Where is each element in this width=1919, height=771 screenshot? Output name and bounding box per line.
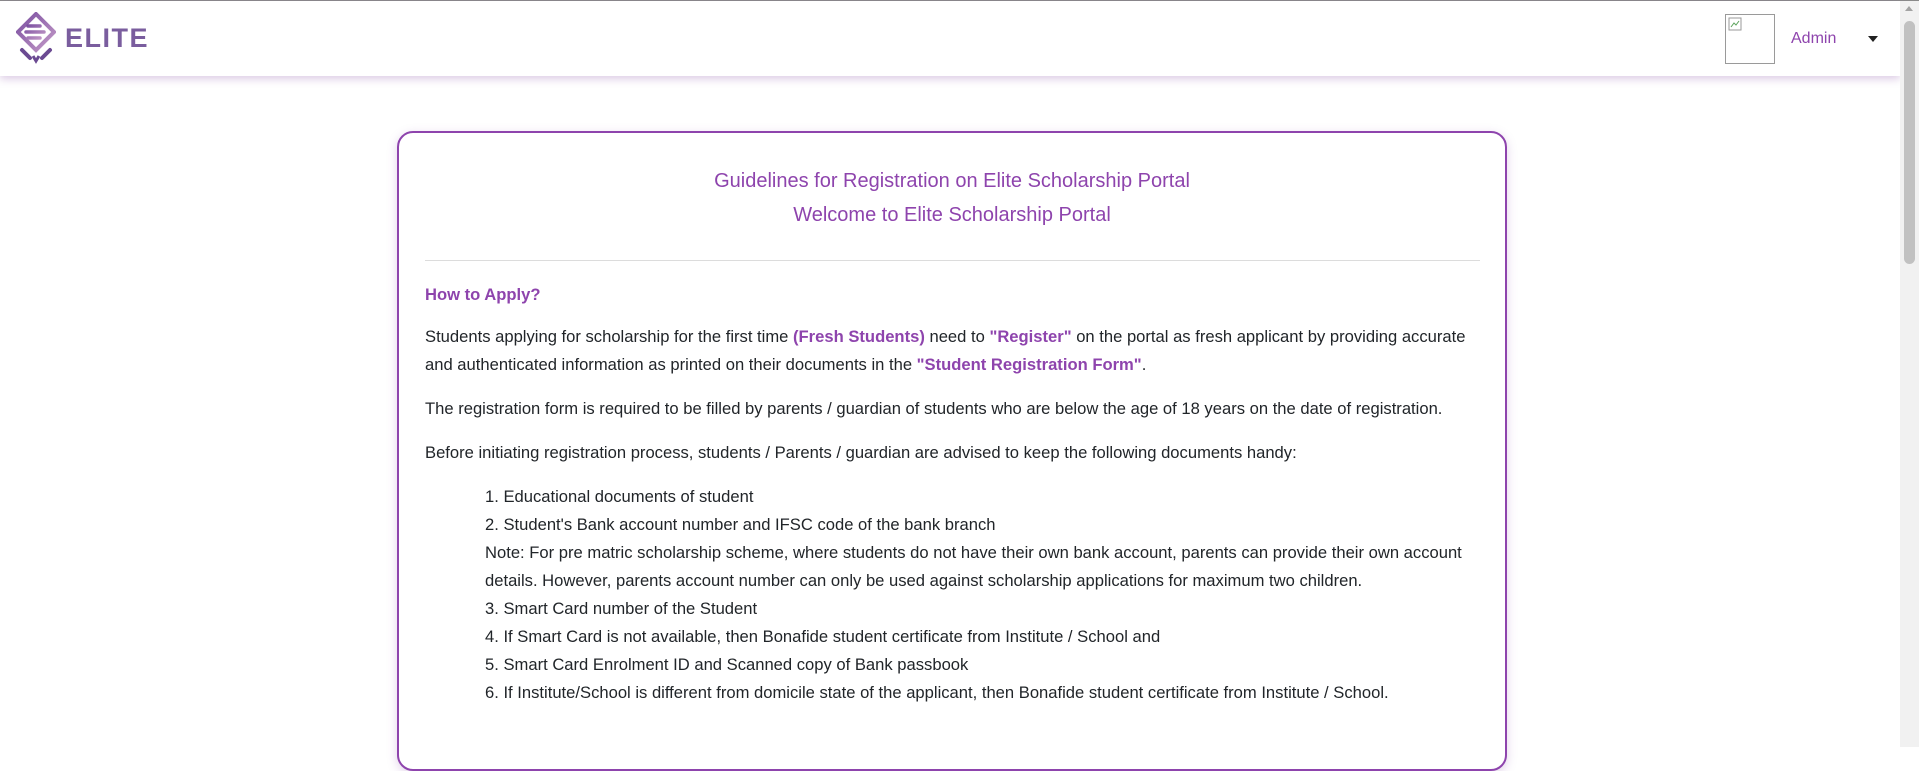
para-text: Students applying for scholarship for th… [425,327,794,346]
documents-intro-paragraph: Before initiating registration process, … [425,443,1297,462]
para-text: . [1141,355,1147,374]
how-to-apply-heading: How to Apply? [425,285,541,304]
scrollbar-thumb[interactable] [1904,21,1915,264]
guidelines-content: How to Apply? Students applying for scho… [425,281,1485,707]
brand[interactable]: ELITE [16,12,149,64]
broken-image-icon [1728,17,1742,31]
guidelines-card: Guidelines for Registration on Elite Sch… [397,131,1507,771]
elite-logo-icon [16,12,56,64]
document-note: Note: For pre matric scholarship scheme,… [485,543,1462,590]
document-item: 4. If Smart Card is not available, then … [485,627,1161,646]
welcome-subtitle: Welcome to Elite Scholarship Portal [793,204,1111,226]
documents-list: 1. Educational documents of student 2. S… [425,483,1485,707]
user-menu-name[interactable]: Admin [1791,30,1836,48]
para-text: need to [924,327,990,346]
guidelines-title: Guidelines for Registration on Elite Sch… [714,170,1190,192]
fresh-students-highlight: (Fresh Students) [793,327,925,346]
top-navbar: ELITE Admin [0,1,1900,76]
document-item: 1. Educational documents of student [485,487,754,506]
user-avatar[interactable] [1725,14,1775,64]
document-item: 5. Smart Card Enrolment ID and Scanned c… [485,655,969,674]
fresh-students-paragraph: Students applying for scholarship for th… [425,323,1485,379]
document-item: 2. Student's Bank account number and IFS… [485,515,996,534]
registration-form-highlight: "Student Registration Form" [916,355,1142,374]
scroll-up-arrow-icon[interactable] [1905,6,1913,11]
brand-name: ELITE [65,22,150,53]
register-highlight: "Register" [989,327,1072,346]
page-scrollbar[interactable] [1900,1,1919,747]
guardian-paragraph: The registration form is required to be … [425,399,1443,418]
divider [425,260,1480,261]
caret-down-icon[interactable] [1868,36,1878,42]
document-item: 6. If Institute/School is different from… [485,683,1389,702]
document-item: 3. Smart Card number of the Student [485,599,758,618]
